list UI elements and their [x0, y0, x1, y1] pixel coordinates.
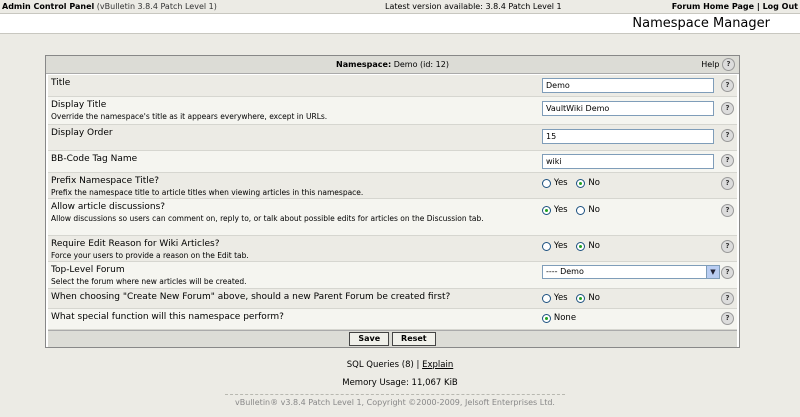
edit-reason-no-radio[interactable] [576, 241, 586, 251]
chevron-down-icon[interactable]: ▼ [706, 266, 719, 278]
row-display-title: Display Title Override the namespace's t… [48, 97, 737, 125]
question-icon[interactable]: ? [721, 79, 734, 92]
display-order-input[interactable] [542, 129, 714, 144]
row-special: What special function will this namespac… [48, 309, 737, 330]
latest-version: Latest version available: 3.8.4 Patch Le… [385, 2, 562, 11]
question-icon[interactable]: ? [721, 102, 734, 115]
namespace-label: Namespace: [336, 60, 392, 69]
display-title-input[interactable] [542, 101, 714, 116]
row-forum: Top-Level Forum Select the forum where n… [48, 262, 737, 289]
display-title-desc: Override the namespace's title as it app… [51, 112, 328, 121]
question-icon[interactable]: ? [722, 58, 735, 71]
discussions-label: Allow article discussions? [51, 202, 166, 212]
row-discussions: Allow article discussions? Allow discuss… [48, 199, 737, 236]
question-icon[interactable]: ? [721, 154, 734, 167]
forum-selected-value: ---- Demo [546, 267, 584, 276]
prefix-yes-radio[interactable] [542, 178, 551, 188]
title-label: Title [51, 78, 71, 88]
no-label: No [588, 241, 600, 251]
no-label: No [588, 205, 600, 215]
top-bar: Admin Control Panel (vBulletin 3.8.4 Pat… [0, 0, 800, 14]
discussions-yes-radio[interactable] [542, 205, 551, 215]
yes-label: Yes [553, 178, 568, 188]
app-version: (vBulletin 3.8.4 Patch Level 1) [96, 2, 217, 11]
question-icon[interactable]: ? [721, 292, 734, 305]
reset-button[interactable]: Reset [392, 332, 436, 346]
special-label: What special function will this namespac… [51, 312, 284, 322]
display-title-label: Display Title [51, 100, 107, 110]
top-links: Forum Home Page | Log Out [672, 0, 798, 13]
parent-forum-yes-radio[interactable] [542, 293, 551, 303]
title-input[interactable] [542, 78, 714, 93]
yes-label: Yes [553, 205, 568, 215]
yes-label: Yes [553, 293, 568, 303]
help-label: Help [701, 60, 720, 69]
form-header: Namespace: Demo (id: 12) Help ? [46, 56, 739, 74]
page-title: Namespace Manager [632, 16, 770, 31]
memory-usage: Memory Usage: 11,067 KiB [342, 378, 458, 388]
row-title: Title ? [48, 75, 737, 97]
edit-reason-label: Require Edit Reason for Wiki Articles? [51, 239, 220, 249]
question-icon[interactable]: ? [721, 240, 734, 253]
question-icon[interactable]: ? [721, 266, 734, 279]
stats-separator: | [416, 360, 420, 370]
row-parent-forum: When choosing "Create New Forum" above, … [48, 289, 737, 309]
link-separator: | [756, 2, 760, 11]
sql-queries: SQL Queries (8) [346, 360, 414, 370]
discussions-desc: Allow discussions so users can comment o… [51, 214, 484, 223]
logout-link[interactable]: Log Out [763, 2, 798, 11]
namespace-value: Demo (id: 12) [393, 60, 449, 69]
help-link[interactable]: Help ? [701, 56, 735, 73]
discussions-no-radio[interactable] [576, 205, 586, 215]
row-prefix: Prefix Namespace Title? Prefix the names… [48, 173, 737, 199]
question-icon[interactable]: ? [721, 312, 734, 325]
namespace-form: Namespace: Demo (id: 12) Help ? Title ? … [45, 55, 740, 348]
row-edit-reason: Require Edit Reason for Wiki Articles? F… [48, 236, 737, 262]
prefix-label: Prefix Namespace Title? [51, 176, 160, 186]
row-display-order: Display Order ? [48, 125, 737, 151]
explain-link[interactable]: Explain [422, 360, 453, 370]
save-button[interactable]: Save [349, 332, 390, 346]
display-order-label: Display Order [51, 128, 113, 138]
prefix-no-radio[interactable] [576, 178, 586, 188]
copyright: vBulletin® v3.8.4 Patch Level 1, Copyrig… [225, 394, 565, 407]
form-footer: Save Reset [48, 330, 737, 347]
forum-select[interactable]: ---- Demo ▼ [542, 265, 720, 279]
prefix-desc: Prefix the namespace title to article ti… [51, 188, 364, 197]
none-label: None [553, 313, 577, 323]
sql-stats: SQL Queries (8) | Explain [0, 360, 800, 370]
bbcode-input[interactable] [542, 154, 714, 169]
row-bbcode: BB-Code Tag Name ? [48, 151, 737, 173]
bbcode-label: BB-Code Tag Name [51, 154, 138, 164]
question-icon[interactable]: ? [721, 129, 734, 142]
yes-label: Yes [553, 241, 568, 251]
parent-forum-label: When choosing "Create New Forum" above, … [51, 292, 451, 302]
question-icon[interactable]: ? [721, 177, 734, 190]
forum-home-link[interactable]: Forum Home Page [672, 2, 754, 11]
app-info: Admin Control Panel (vBulletin 3.8.4 Pat… [2, 0, 217, 13]
edit-reason-yes-radio[interactable] [542, 241, 551, 251]
question-icon[interactable]: ? [721, 204, 734, 217]
edit-reason-desc: Force your users to provide a reason on … [51, 251, 249, 260]
no-label: No [588, 293, 600, 303]
title-bar: Namespace Manager [0, 14, 800, 34]
parent-forum-no-radio[interactable] [576, 293, 586, 303]
forum-desc: Select the forum where new articles will… [51, 277, 247, 286]
forum-label: Top-Level Forum [51, 265, 125, 275]
app-name: Admin Control Panel [2, 2, 95, 11]
no-label: No [588, 178, 600, 188]
special-none-radio[interactable] [542, 313, 551, 323]
